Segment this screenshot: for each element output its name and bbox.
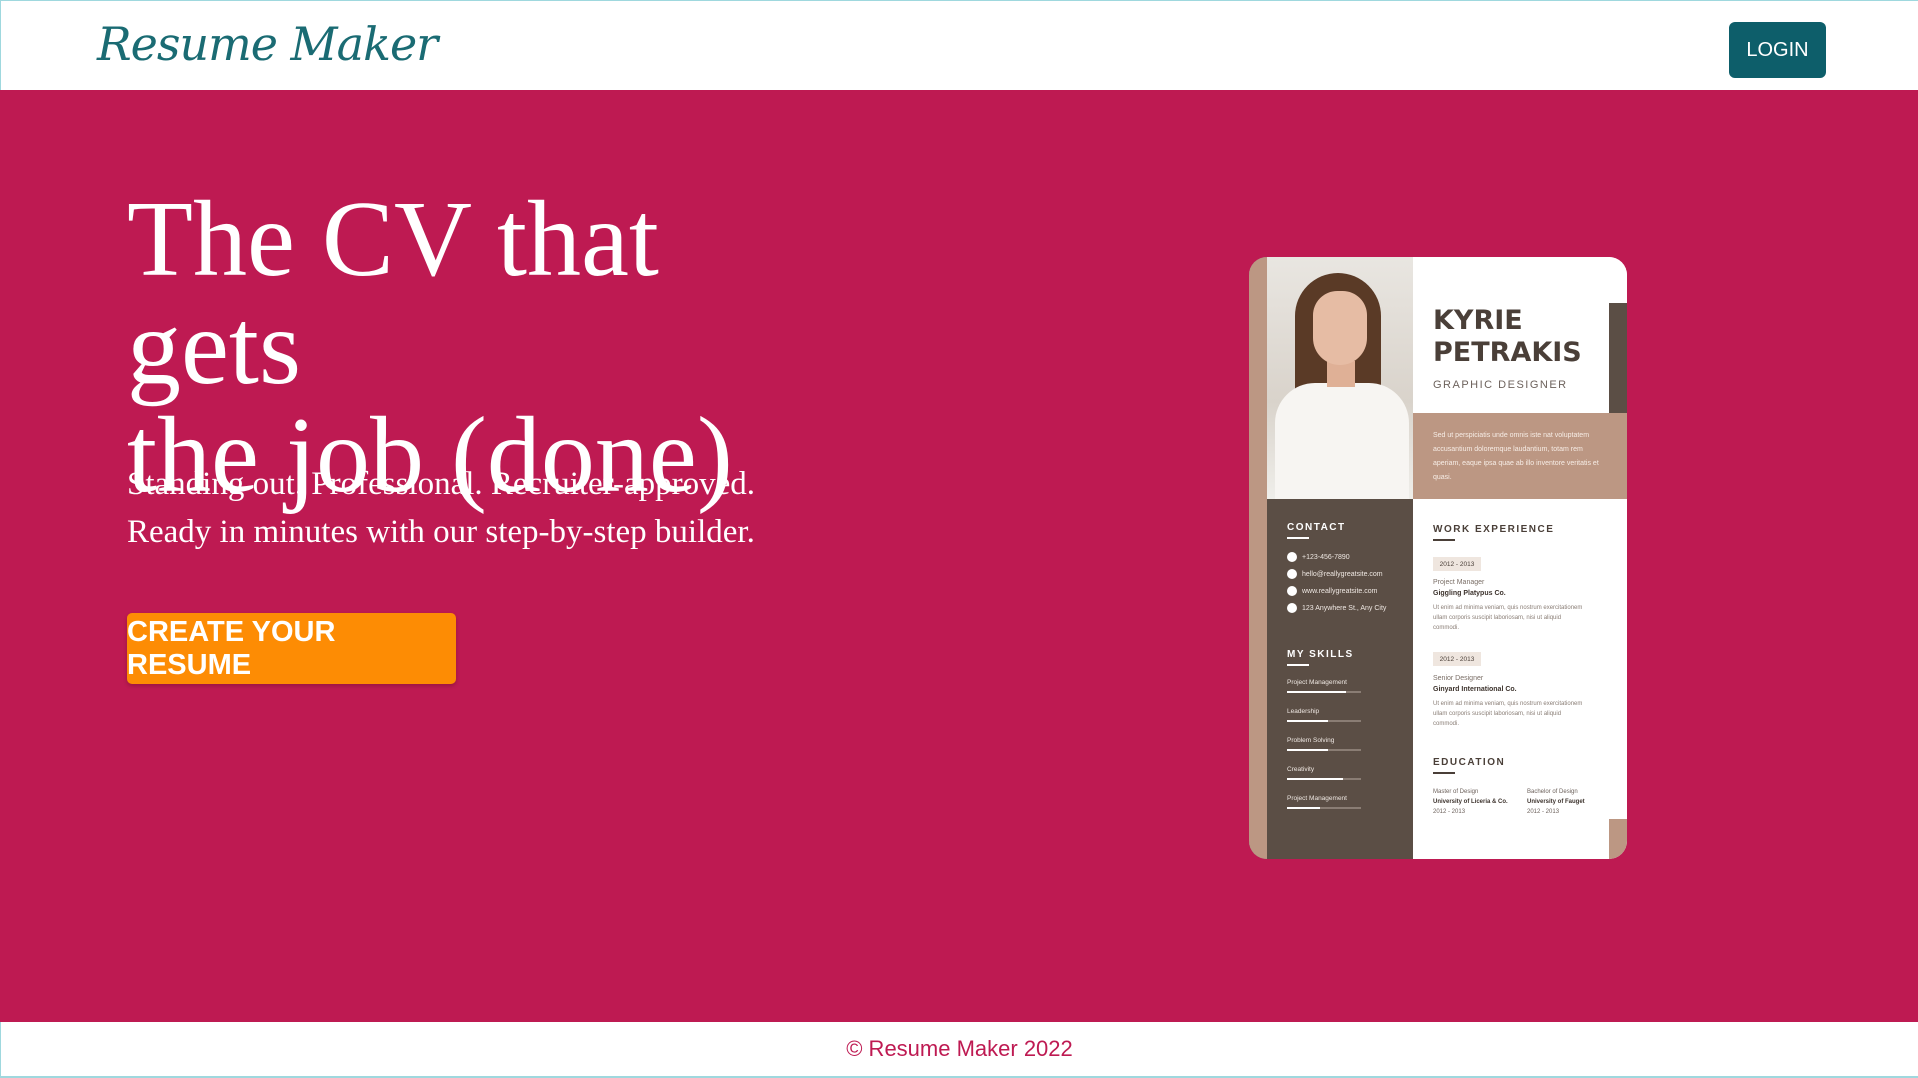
skill-bar [1287,749,1361,751]
top-nav-bar: Resume Maker LOGIN [0,0,1918,90]
contact-email-text: hello@reallygreatsite.com [1302,570,1383,578]
resume-sidebar-accent [1249,257,1267,859]
hero-subheadline: Standing out. Professional. Recruiter-ap… [127,460,847,556]
contact-website: www.reallygreatsite.com [1287,586,1377,596]
email-icon [1287,569,1297,579]
education-heading: EDUCATION [1433,757,1506,768]
hero-headline-line1: The CV that gets [127,180,659,407]
job-1-company: Giggling Platypus Co. [1433,590,1506,597]
photo-face [1313,291,1367,365]
skills-rule [1287,664,1309,666]
hero-section: The CV that gets the job (done) Standing… [0,90,1918,1022]
education-1-school: University of Liceria & Co. [1433,799,1508,805]
education-1: Master of Design University of Liceria &… [1433,787,1517,817]
education-2-dates: 2012 - 2013 [1527,809,1560,815]
work-heading: WORK EXPERIENCE [1433,524,1555,535]
contact-rule [1287,537,1309,539]
job-1-description: Ut enim ad minima veniam, quis nostrum e… [1433,605,1583,631]
job-2-dates: 2012 - 2013 [1433,652,1481,666]
resume-name-block: KYRIE PETRAKIS GRAPHIC DESIGNER [1413,257,1627,413]
education-2-degree: Bachelor of Design [1527,789,1578,795]
skill-label: Project Management [1287,679,1347,686]
resume-job-title: GRAPHIC DESIGNER [1433,379,1568,391]
resume-maker-logo[interactable]: Resume Maker [97,17,438,71]
footer-copyright: © Resume Maker 2022 [846,1036,1073,1061]
contact-phone: +123-456-7890 [1287,552,1350,562]
resume-about-block: Sed ut perspiciatis unde omnis iste nat … [1413,413,1627,499]
resume-first-name: KYRIE [1433,305,1523,336]
contact-phone-text: +123-456-7890 [1302,553,1350,561]
skill-bar [1287,807,1361,809]
contact-website-text: www.reallygreatsite.com [1302,587,1378,595]
contact-email: hello@reallygreatsite.com [1287,569,1383,579]
resume-last-name: PETRAKIS [1433,337,1582,368]
education-1-degree: Master of Design [1433,789,1479,795]
skill-label: Problem Solving [1287,737,1335,744]
name-block-accent [1609,303,1627,413]
job-1-role: Project Manager [1433,579,1485,586]
job-2-role: Senior Designer [1433,675,1484,682]
skill-bar-fill [1287,720,1328,722]
education-2-school: University of Fauget [1527,799,1585,805]
photo-shirt [1275,383,1409,499]
work-rule [1433,539,1455,541]
contact-heading: CONTACT [1287,522,1346,533]
hero-subline-line1: Standing out. Professional. Recruiter-ap… [127,466,756,502]
card-corner-accent [1609,819,1627,859]
skill-bar-fill [1287,778,1343,780]
create-resume-button[interactable]: CREATE YOUR RESUME [127,613,456,684]
education-1-dates: 2012 - 2013 [1433,809,1466,815]
location-icon [1287,603,1297,613]
profile-photo [1267,257,1413,499]
skill-bar-fill [1287,807,1321,809]
education-rule [1433,772,1455,774]
skill-label: Leadership [1287,708,1320,715]
contact-address-text: 123 Anywhere St., Any City [1302,604,1387,612]
skill-bar-fill [1287,749,1328,751]
skill-bar [1287,691,1361,693]
phone-icon [1287,552,1297,562]
job-2-company: Ginyard International Co. [1433,686,1517,693]
resume-name: KYRIE PETRAKIS [1433,305,1582,369]
job-1-dates: 2012 - 2013 [1433,557,1481,571]
skill-label: Creativity [1287,766,1315,773]
skill-label: Project Management [1287,795,1347,802]
skill-bar [1287,720,1361,722]
footer: © Resume Maker 2022 [0,1022,1918,1078]
globe-icon [1287,586,1297,596]
resume-preview-image: KYRIE PETRAKIS GRAPHIC DESIGNER Sed ut p… [1249,257,1627,859]
login-button[interactable]: LOGIN [1729,22,1826,78]
resume-about-text: Sed ut perspiciatis unde omnis iste nat … [1433,432,1599,481]
skills-heading: MY SKILLS [1287,649,1354,660]
education-2: Bachelor of Design University of Fauget … [1527,787,1611,817]
skill-bar-fill [1287,691,1347,693]
skill-bar [1287,778,1361,780]
hero-subline-line2: Ready in minutes with our step-by-step b… [127,514,755,550]
contact-address: 123 Anywhere St., Any City [1287,603,1386,613]
job-2-description: Ut enim ad minima veniam, quis nostrum e… [1433,701,1583,727]
